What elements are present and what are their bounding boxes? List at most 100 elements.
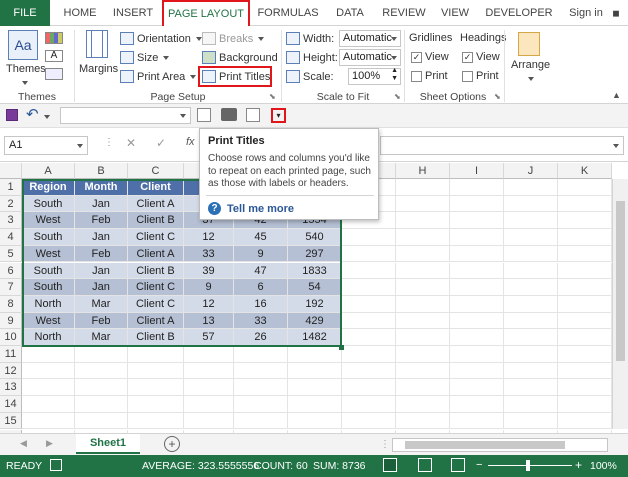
row-header[interactable]: 8: [0, 295, 22, 313]
table-cell[interactable]: Client B: [128, 262, 184, 280]
table-cell[interactable]: West: [22, 212, 75, 230]
table-cell[interactable]: Client C: [128, 229, 184, 246]
table-cell[interactable]: [342, 329, 396, 346]
table-cell[interactable]: [128, 346, 184, 363]
table-cell[interactable]: [558, 312, 612, 330]
table-cell[interactable]: [558, 362, 612, 380]
table-cell[interactable]: [342, 262, 396, 280]
table-cell[interactable]: [128, 412, 184, 430]
height-select[interactable]: Automatic: [339, 49, 401, 66]
table-cell[interactable]: [396, 412, 450, 430]
column-header[interactable]: I: [450, 163, 504, 179]
table-cell[interactable]: [288, 396, 342, 413]
row-header[interactable]: 2: [0, 195, 22, 213]
table-cell[interactable]: [75, 379, 128, 397]
row-header[interactable]: 7: [0, 279, 22, 296]
table-cell[interactable]: [342, 379, 396, 397]
themes-icon[interactable]: Aa: [8, 30, 38, 60]
table-cell[interactable]: [504, 346, 558, 363]
column-header[interactable]: J: [504, 163, 558, 179]
table-cell[interactable]: [396, 329, 450, 346]
arrange-dropdown-icon[interactable]: [526, 72, 534, 84]
headings-print-checkbox[interactable]: Print: [462, 70, 499, 82]
table-cell[interactable]: [396, 195, 450, 213]
table-cell[interactable]: [450, 229, 504, 246]
normal-view-icon[interactable]: [383, 458, 397, 472]
row-header[interactable]: 5: [0, 245, 22, 263]
table-cell[interactable]: 47: [234, 262, 288, 280]
table-cell[interactable]: 9: [184, 279, 234, 296]
insert-function-button[interactable]: fx: [186, 136, 195, 148]
table-cell[interactable]: West: [22, 245, 75, 263]
table-cell[interactable]: 6: [234, 279, 288, 296]
table-cell[interactable]: [75, 396, 128, 413]
table-cell[interactable]: [184, 379, 234, 397]
row-header[interactable]: 14: [0, 396, 22, 413]
table-cell[interactable]: [504, 245, 558, 263]
customize-qat-icon[interactable]: ▾: [271, 108, 286, 123]
table-cell[interactable]: North: [22, 295, 75, 313]
table-cell[interactable]: [450, 412, 504, 430]
collapse-ribbon-icon[interactable]: ▲: [612, 90, 621, 100]
zoom-out-icon[interactable]: −: [476, 459, 482, 471]
table-cell[interactable]: 1833: [288, 262, 342, 280]
table-cell[interactable]: [22, 412, 75, 430]
table-cell[interactable]: [234, 396, 288, 413]
table-cell[interactable]: [558, 295, 612, 313]
page-layout-view-icon[interactable]: [418, 458, 432, 472]
enter-icon[interactable]: ✓: [156, 136, 166, 150]
tell-me-more-link[interactable]: Tell me more: [227, 203, 294, 215]
table-cell[interactable]: Jan: [75, 195, 128, 213]
row-header[interactable]: 1: [0, 179, 22, 196]
column-header[interactable]: K: [558, 163, 612, 179]
table-cell[interactable]: 297: [288, 245, 342, 263]
table-cell[interactable]: 16: [234, 295, 288, 313]
column-header[interactable]: B: [75, 163, 128, 179]
tab-page-layout[interactable]: PAGE LAYOUT: [162, 0, 250, 27]
table-cell[interactable]: [184, 412, 234, 430]
tab-file[interactable]: FILE: [0, 0, 50, 26]
table-cell[interactable]: 45: [234, 229, 288, 246]
table-cell[interactable]: [450, 312, 504, 330]
sheet-tab-sheet1[interactable]: Sheet1: [76, 434, 140, 454]
table-cell[interactable]: [234, 412, 288, 430]
row-header[interactable]: 9: [0, 312, 22, 330]
tab-data[interactable]: DATA: [330, 0, 370, 26]
vertical-scrollbar[interactable]: [612, 179, 628, 429]
horizontal-scroll-thumb[interactable]: [405, 441, 565, 449]
zoom-level[interactable]: 100%: [590, 460, 617, 472]
scale-launcher-icon[interactable]: ⬊: [394, 92, 401, 101]
table-cell[interactable]: [342, 279, 396, 296]
table-cell[interactable]: West: [22, 312, 75, 330]
fill-handle[interactable]: [339, 345, 344, 350]
help-icon[interactable]: ?: [208, 202, 221, 215]
table-cell[interactable]: South: [22, 279, 75, 296]
page-break-view-icon[interactable]: [451, 458, 465, 472]
row-header[interactable]: 10: [0, 329, 22, 346]
table-cell[interactable]: [396, 262, 450, 280]
tab-developer[interactable]: DEVELOPER: [484, 0, 554, 26]
table-cell[interactable]: [342, 295, 396, 313]
table-cell[interactable]: Client A: [128, 245, 184, 263]
table-cell[interactable]: [558, 229, 612, 246]
table-cell[interactable]: 33: [184, 245, 234, 263]
table-cell[interactable]: Jan: [75, 262, 128, 280]
sign-in-link[interactable]: Sign in: [566, 0, 606, 26]
table-cell[interactable]: [450, 279, 504, 296]
arrange-icon[interactable]: [518, 32, 540, 56]
table-cell[interactable]: [558, 379, 612, 397]
table-cell[interactable]: [396, 229, 450, 246]
fonts-icon[interactable]: A: [45, 50, 63, 62]
table-cell[interactable]: [288, 362, 342, 380]
zoom-slider-thumb[interactable]: [526, 460, 530, 471]
formula-input[interactable]: [380, 136, 624, 155]
scroll-left-icon[interactable]: ◀: [20, 438, 27, 449]
table-cell[interactable]: 1482: [288, 329, 342, 346]
table-cell[interactable]: South: [22, 262, 75, 280]
scale-spinner-icon[interactable]: ▲ ▼: [391, 67, 398, 83]
name-box[interactable]: A1: [4, 136, 88, 155]
table-cell[interactable]: [558, 212, 612, 230]
table-cell[interactable]: Client A: [128, 195, 184, 213]
save-icon[interactable]: [6, 109, 18, 121]
table-cell[interactable]: [396, 346, 450, 363]
